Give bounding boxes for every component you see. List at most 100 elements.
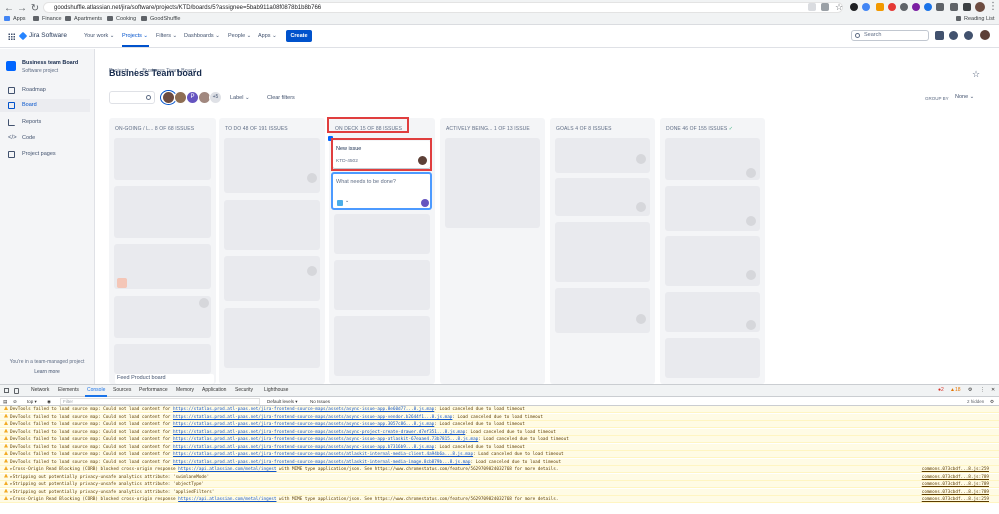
group-by-dropdown[interactable]: None ⌄ [951, 92, 983, 103]
star-icon[interactable]: ☆ [833, 1, 845, 13]
issue-card[interactable] [555, 222, 650, 282]
console-settings-icon[interactable]: ⚙ [990, 398, 994, 405]
playlist-icon[interactable] [963, 3, 971, 11]
message-source-link[interactable]: commons.073cbdf...8.js:259 [922, 496, 989, 502]
extension-icon[interactable] [888, 3, 896, 11]
extension-icon[interactable] [900, 3, 908, 11]
message-link[interactable]: https://statlas.prod.atl-paas.net/jira-f… [173, 437, 478, 442]
tab-elements[interactable]: Elements [58, 387, 79, 393]
issue-card[interactable] [114, 344, 211, 374]
extension-icon[interactable] [912, 3, 920, 11]
message-link[interactable]: https://statlas.prod.atl-paas.net/jira-f… [173, 415, 452, 420]
label-filter-dropdown[interactable]: Label ⌄ [230, 95, 250, 101]
message-link[interactable]: https://statlas.prod.atl-paas.net/jira-f… [173, 407, 434, 412]
issue-card[interactable] [224, 138, 320, 193]
message-link[interactable]: https://statlas.prod.atl-paas.net/jira-f… [173, 422, 434, 427]
console-filter-input[interactable]: Filter [60, 398, 260, 405]
console-message[interactable]: DevTools failed to load source map: Coul… [0, 406, 999, 414]
console-message[interactable]: ▸Stripping out potentially privacy-unsaf… [0, 473, 999, 481]
nav-filters[interactable]: Filters ⌄ [156, 33, 177, 39]
nav-apps[interactable]: Apps ⌄ [258, 33, 277, 39]
issue-card[interactable] [334, 260, 430, 310]
console-message[interactable]: DevTools failed to load source map: Coul… [0, 421, 999, 429]
sidebar-item-code[interactable]: </> Code [0, 132, 90, 145]
sidebar-toggle-icon[interactable]: ▤ [3, 398, 7, 405]
create-issue-textarea[interactable]: What needs to be done? ⌄ [331, 172, 432, 210]
bookmark-goodshuffle[interactable]: GoodShuffle [141, 15, 180, 24]
issue-card[interactable] [224, 308, 320, 368]
issue-card[interactable] [114, 296, 211, 338]
cast-icon[interactable] [808, 3, 816, 11]
extensions-puzzle-icon[interactable] [950, 3, 958, 11]
nav-projects[interactable]: Projects ⌄ [122, 33, 148, 39]
message-source-link[interactable]: commons.073cbdf...8.js:789 [922, 481, 989, 487]
issue-card[interactable] [114, 244, 211, 289]
bookmark-apartments[interactable]: Apartments [65, 15, 102, 24]
console-message[interactable]: DevTools failed to load source map: Coul… [0, 451, 999, 459]
search-input[interactable]: Search [851, 30, 929, 41]
issue-card[interactable] [224, 200, 320, 250]
address-bar[interactable]: goodshuffle.atlassian.net/jira/software/… [43, 2, 843, 13]
warning-count[interactable]: ▲18 [950, 387, 961, 393]
console-message[interactable]: DevTools failed to load source map: Coul… [0, 413, 999, 421]
create-button[interactable]: Create [286, 30, 312, 42]
console-message[interactable]: DevTools failed to load source map: Coul… [0, 436, 999, 444]
nav-dashboards[interactable]: Dashboards ⌄ [184, 33, 220, 39]
console-message[interactable]: ▸Cross-Origin Read Blocking (CORB) block… [0, 496, 999, 504]
app-switcher-icon[interactable] [8, 33, 15, 40]
tab-lighthouse[interactable]: Lighthouse [264, 387, 288, 393]
log-levels-dropdown[interactable]: Default levels ▾ [267, 398, 298, 405]
issue-card[interactable] [665, 186, 760, 231]
devtools-more-icon[interactable]: ⋮ [980, 387, 985, 393]
extension-icon[interactable] [862, 3, 870, 11]
reading-list[interactable]: Reading List [956, 15, 995, 24]
devtools-close-icon[interactable]: ✕ [991, 387, 995, 393]
enter-submit-icon[interactable] [421, 199, 429, 207]
bookmark-finance[interactable]: Finance [33, 15, 62, 24]
tab-sources[interactable]: Sources [113, 387, 131, 393]
extension-icon[interactable] [924, 3, 932, 11]
devtools-settings-icon[interactable]: ⚙ [968, 387, 972, 393]
message-source-link[interactable]: commons.073cbdf...8.js:259 [922, 466, 989, 472]
avatar-more[interactable]: +5 [209, 91, 222, 104]
issue-card[interactable] [224, 256, 320, 301]
console-message[interactable]: DevTools failed to load source map: Coul… [0, 443, 999, 451]
bookmark-apps[interactable]: Apps [4, 15, 26, 24]
tab-console[interactable]: Console [87, 387, 105, 393]
tab-memory[interactable]: Memory [176, 387, 194, 393]
profile-avatar[interactable] [975, 2, 985, 12]
tab-network[interactable]: Network [31, 387, 49, 393]
learn-more-link[interactable]: Learn more [0, 369, 94, 375]
board-search-input[interactable] [109, 91, 155, 104]
issue-card[interactable] [114, 186, 211, 238]
tab-security[interactable]: Security [235, 387, 253, 393]
sidebar-item-project-pages[interactable]: Project pages [0, 148, 90, 161]
issue-card[interactable] [665, 338, 760, 378]
tab-application[interactable]: Application [202, 387, 226, 393]
console-message[interactable]: ▸Stripping out potentially privacy-unsaf… [0, 488, 999, 496]
clear-console-icon[interactable]: ⊘ [13, 398, 17, 405]
message-link[interactable]: https://statlas.prod.atl-paas.net/jira-f… [173, 460, 471, 465]
extension-icon[interactable] [936, 3, 944, 11]
issue-card[interactable] [114, 138, 211, 180]
issues-button[interactable]: No Issues [310, 398, 330, 405]
issue-card[interactable] [555, 178, 650, 216]
notifications-icon[interactable] [935, 31, 944, 40]
sidebar-item-board[interactable]: Board [0, 99, 90, 112]
sidebar-item-reports[interactable]: Reports [0, 116, 90, 129]
console-message[interactable]: ▸Stripping out potentially privacy-unsaf… [0, 481, 999, 489]
clear-filters-button[interactable]: Clear filters [267, 95, 295, 101]
error-count[interactable]: ●2 [938, 387, 944, 393]
message-link[interactable]: https://api.atlassian.com/metal/ingest [178, 467, 276, 472]
inspect-element-icon[interactable] [4, 388, 9, 393]
star-board-icon[interactable]: ☆ [972, 69, 980, 80]
issue-card[interactable] [334, 316, 430, 376]
message-source-link[interactable]: commons.073cbdf...8.js:789 [922, 474, 989, 480]
product-name[interactable]: Jira Software [29, 32, 67, 39]
user-avatar[interactable] [980, 30, 990, 40]
device-toolbar-icon[interactable] [14, 388, 19, 394]
issue-card[interactable] [334, 214, 430, 254]
message-link[interactable]: https://statlas.prod.atl-paas.net/jira-f… [173, 445, 434, 450]
extension-icon[interactable] [876, 3, 884, 11]
nav-your-work[interactable]: Your work ⌄ [84, 33, 114, 39]
